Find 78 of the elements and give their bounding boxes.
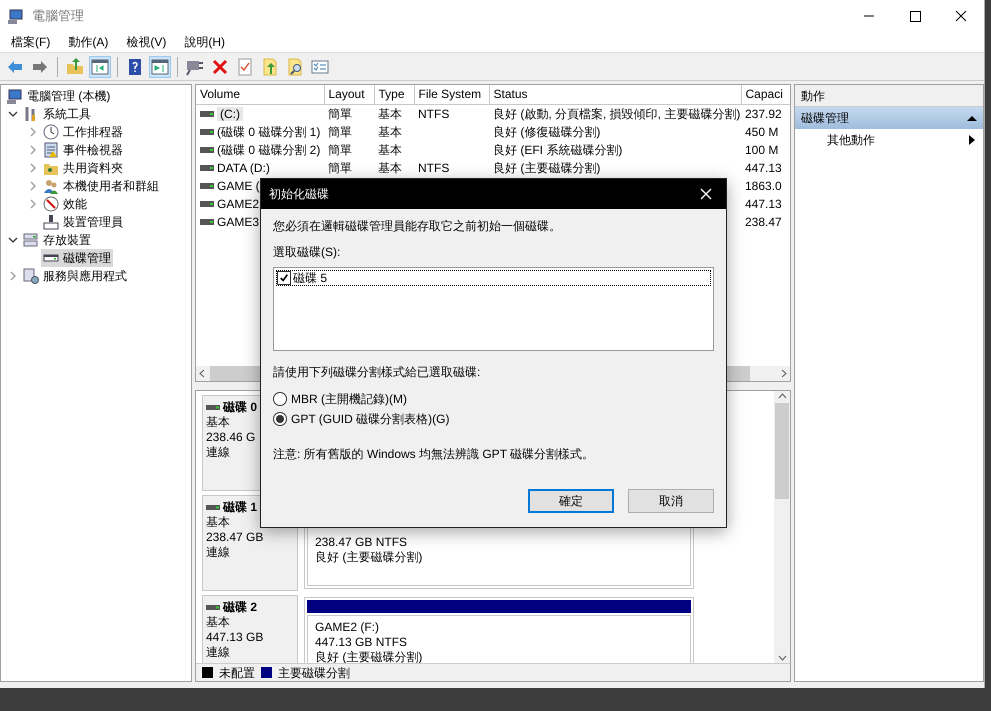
table-cell[interactable]: DATA (D:) [217,160,270,174]
table-cell: 基本 [378,106,402,120]
table-cell[interactable]: GAME2 [217,196,260,210]
disk-detail: 連線 [206,445,230,460]
tree-item[interactable]: 系統工具 [21,105,93,123]
table-cell: 238.47 [745,214,782,228]
disk-detail: 238.46 G [206,430,256,445]
table-cell: NTFS [418,160,450,174]
table-cell[interactable]: GAME3 [217,214,260,228]
column-header[interactable]: Volume [196,85,324,104]
tree-item[interactable]: 存放裝置 [21,231,93,249]
column-header[interactable]: Capaci [741,85,790,104]
table-cell[interactable]: (磁碟 0 磁碟分割 2) [217,142,320,156]
disk-detail: 238.47 GB [206,530,264,545]
table-cell: 良好 (修復磁碟分割) [493,124,600,138]
menu-item[interactable]: 檔案(F) [4,33,58,51]
field-label: 請使用下列磁碟分割樣式給已選取磁碟: [273,364,480,381]
table-cell: 良好 (啟動, 分頁檔案, 損毀傾印, 主要磁碟分割) [493,106,740,120]
table-cell: 基本 [378,142,402,156]
table-cell[interactable]: (C:) [217,106,243,120]
actions-header: 動作 [795,85,983,107]
action-link[interactable]: 其他動作 [827,131,875,149]
tree-item[interactable]: 電腦管理 (本機) [5,87,112,105]
table-cell: 簡單 [328,160,352,174]
table-cell: 447.13 [745,196,782,210]
tree-item[interactable]: 本機使用者和群組 [41,177,161,195]
disk-detail: 連線 [206,645,230,660]
disk-detail: 基本 [206,615,230,630]
tree-item[interactable]: 裝置管理員 [41,213,125,231]
window-title: 電腦管理 [32,7,84,26]
table-cell: 基本 [378,124,402,138]
disk-list-item[interactable]: 磁碟 5 [276,270,711,286]
cancel-button[interactable]: 取消 [628,489,714,513]
menu-item[interactable]: 動作(A) [61,33,116,51]
dialog-message: 您必須在邏輯磁碟管理員能存取它之前初始一個磁碟。 [273,218,561,235]
disk-info-panel[interactable]: 磁碟 2 基本 447.13 GB 連線 [202,595,298,663]
column-header[interactable]: Layout [324,85,374,104]
disk-detail: 基本 [206,415,230,430]
legend-label: 未配置 [219,664,255,682]
tree-item[interactable]: 工作排程器 [41,123,125,141]
table-cell: 良好 (EFI 系統磁碟分割) [493,142,622,156]
table-cell: 450 M [745,124,778,138]
legend-label: 主要磁碟分割 [278,664,350,682]
tree-item[interactable]: 事件檢視器 [41,141,125,159]
tree-item[interactable]: 共用資料夾 [41,159,125,177]
partition-size: 238.47 GB NTFS [315,535,408,550]
dialog-title: 初始化磁碟 [269,186,329,203]
disk-detail: 基本 [206,515,230,530]
menu-item[interactable]: 檢視(V) [119,33,174,51]
column-header[interactable]: File System [414,85,489,104]
table-cell: 100 M [745,142,778,156]
disk-detail: 447.13 GB [206,630,264,645]
tree-item[interactable]: 磁碟管理 [41,249,113,267]
disk-name: 磁碟 0 [223,400,258,414]
table-cell: NTFS [418,106,450,120]
disk-name: 磁碟 2 [223,600,258,614]
disk-name: 磁碟 1 [223,500,258,514]
partition-label: GAME2 (F:) [315,620,380,635]
table-cell: 良好 (主要磁碟分割) [493,160,600,174]
table-cell: 447.13 [745,160,782,174]
disk-detail: 連線 [206,545,230,560]
table-cell: 簡單 [328,124,352,138]
field-label: 選取磁碟(S): [273,244,340,261]
table-cell[interactable]: GAME ( [217,178,260,192]
partition-size: 447.13 GB NTFS [315,635,408,650]
partition-status: 良好 (主要磁碟分割) [315,550,424,565]
menu-item[interactable]: 說明(H) [177,33,232,51]
table-cell: 簡單 [328,106,352,120]
tree-item[interactable]: 效能 [41,195,89,213]
table-cell: 237.92 [745,106,782,120]
table-cell[interactable]: (磁碟 0 磁碟分割 1) [217,124,320,138]
column-header[interactable]: Type [374,85,414,104]
table-cell: 1863.0 [745,178,782,192]
tree-item[interactable]: 服務與應用程式 [21,267,129,285]
table-cell: 基本 [378,160,402,174]
ok-button[interactable]: 確定 [528,489,614,513]
column-header[interactable]: Status [489,85,741,104]
table-cell: 簡單 [328,142,352,156]
